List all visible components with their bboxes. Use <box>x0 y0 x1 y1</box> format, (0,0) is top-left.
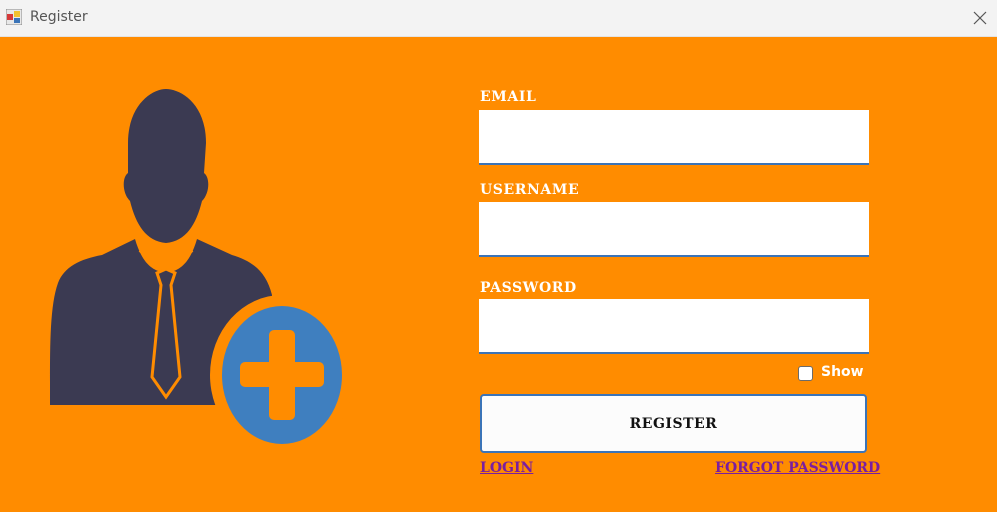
show-password-checkbox[interactable] <box>798 366 813 381</box>
register-panel: EMAIL USERNAME PASSWORD Show REGISTER LO… <box>0 37 997 512</box>
username-field[interactable] <box>479 202 869 257</box>
add-user-icon <box>50 89 350 455</box>
password-field[interactable] <box>479 299 869 354</box>
username-label: USERNAME <box>480 182 580 198</box>
password-label: PASSWORD <box>480 280 577 296</box>
close-button[interactable] <box>962 0 997 36</box>
email-field[interactable] <box>479 110 869 165</box>
show-password-label: Show <box>821 364 864 380</box>
email-label: EMAIL <box>480 89 537 105</box>
app-icon <box>6 9 22 25</box>
window-title: Register <box>30 9 88 25</box>
register-button[interactable]: REGISTER <box>480 394 867 453</box>
forgot-password-link[interactable]: FORGOT PASSWORD <box>715 460 880 476</box>
close-icon <box>973 11 986 25</box>
title-bar: Register <box>0 0 997 37</box>
login-link[interactable]: LOGIN <box>480 460 533 476</box>
